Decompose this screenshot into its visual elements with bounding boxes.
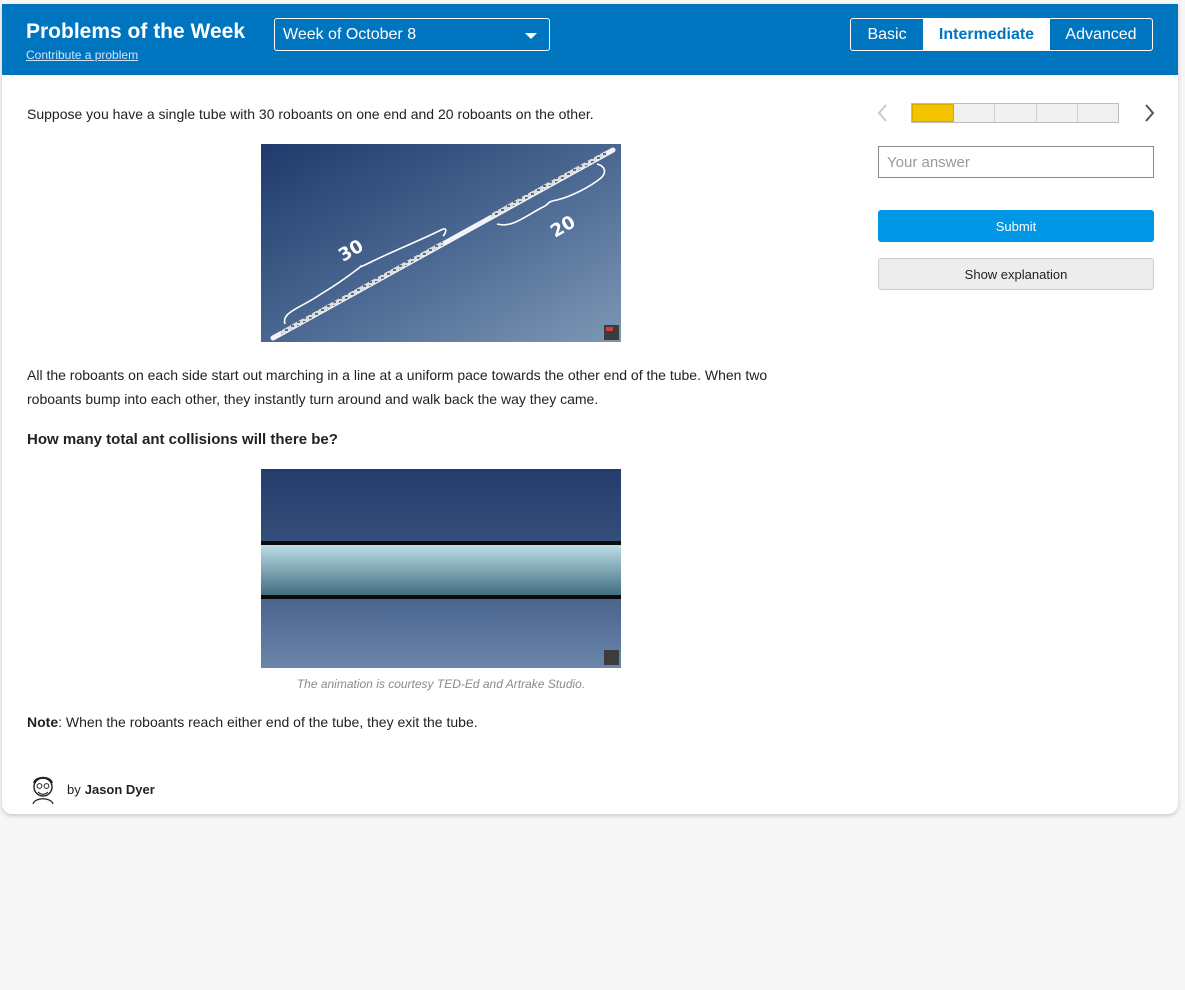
progress-segment[interactable]	[1037, 104, 1078, 122]
progress-segment[interactable]	[954, 104, 996, 122]
problem-progress	[911, 103, 1119, 123]
week-select[interactable]: Week of October 8	[274, 18, 550, 51]
contribute-link[interactable]: Contribute a problem	[26, 48, 138, 62]
show-explanation-button[interactable]: Show explanation	[878, 258, 1154, 290]
week-select-value: Week of October 8	[283, 26, 417, 43]
problem-paragraph: All the roboants on each side start out …	[27, 367, 768, 407]
problem-note: Note: When the roboants reach either end…	[27, 714, 478, 730]
chevron-right-icon[interactable]	[1140, 102, 1158, 124]
author-byline: by Jason Dyer	[27, 773, 155, 805]
byline-prefix: by	[67, 781, 81, 797]
header-bar: Problems of the Week Contribute a proble…	[2, 4, 1178, 75]
note-label: Note	[27, 714, 59, 730]
tube-diagram-image: 30 20	[261, 144, 621, 342]
author-name[interactable]: Jason Dyer	[85, 782, 155, 797]
tube-animation-image[interactable]	[261, 469, 621, 668]
page-title: Problems of the Week	[26, 20, 246, 43]
progress-segment[interactable]	[912, 104, 955, 122]
progress-segment[interactable]	[995, 104, 1037, 122]
problem-card: Problems of the Week Contribute a proble…	[2, 4, 1178, 814]
image-caption: The animation is courtesy TED-Ed and Art…	[296, 677, 586, 691]
tab-advanced[interactable]: Advanced	[1050, 19, 1152, 50]
tab-basic[interactable]: Basic	[851, 19, 924, 50]
level-tabs: Basic Intermediate Advanced	[850, 18, 1153, 51]
problem-question: How many total ant collisions will there…	[27, 431, 338, 448]
chevron-left-icon[interactable]	[874, 102, 892, 124]
tab-intermediate[interactable]: Intermediate	[924, 19, 1050, 50]
avatar[interactable]	[27, 773, 59, 805]
note-text: : When the roboants reach either end of …	[58, 714, 478, 730]
progress-segment[interactable]	[1078, 104, 1118, 122]
answer-input[interactable]	[878, 146, 1154, 178]
submit-button[interactable]: Submit	[878, 210, 1154, 242]
problem-intro: Suppose you have a single tube with 30 r…	[27, 106, 594, 122]
chevron-down-icon	[525, 33, 537, 39]
